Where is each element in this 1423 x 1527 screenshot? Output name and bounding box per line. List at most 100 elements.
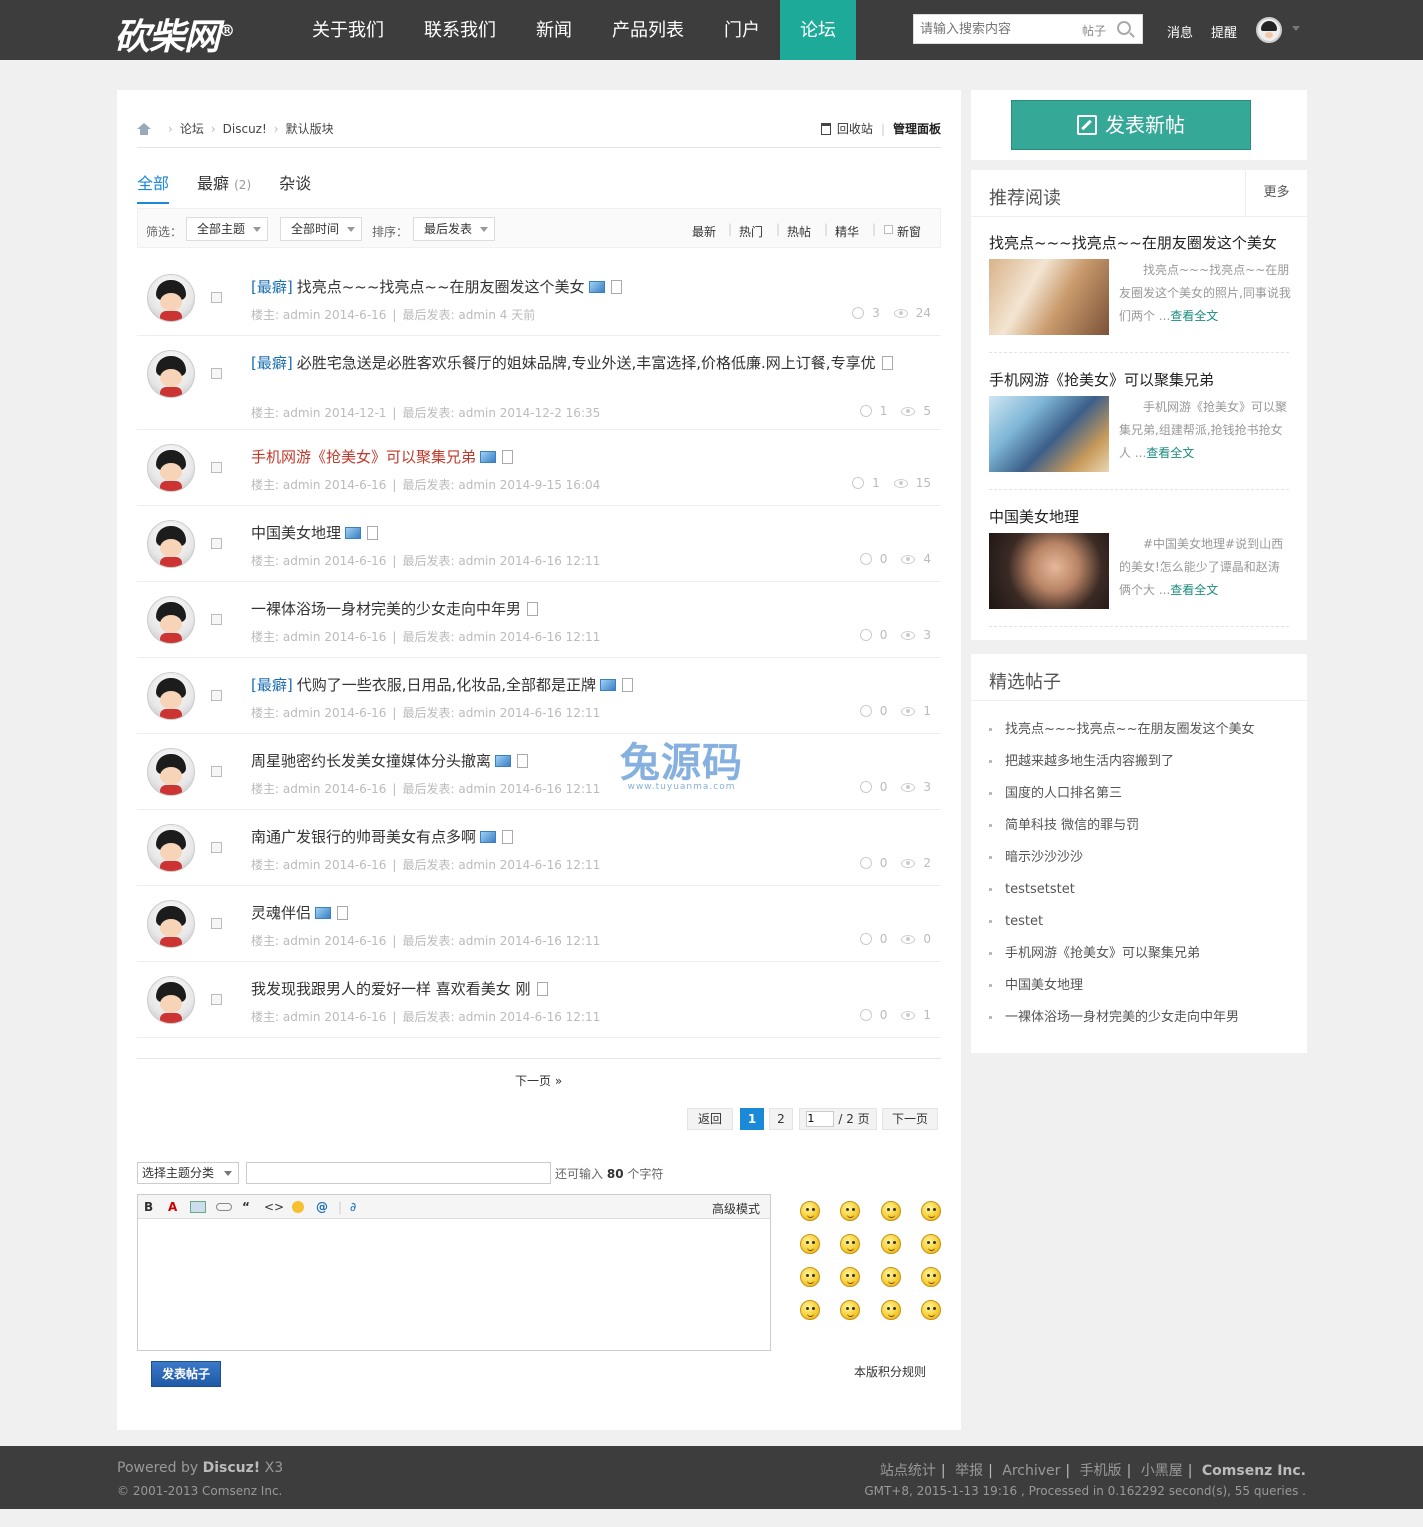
smiley-icon[interactable] bbox=[840, 1267, 860, 1287]
footer-link-report[interactable]: 举报 bbox=[955, 1463, 983, 1479]
pick-item[interactable]: testet bbox=[989, 912, 1254, 944]
thread-author[interactable]: admin bbox=[283, 630, 321, 644]
avatar[interactable] bbox=[147, 444, 195, 492]
thread-last-post[interactable]: admin 2014-6-16 12:11 bbox=[458, 858, 600, 872]
sort-digest[interactable]: 精华 bbox=[835, 223, 859, 240]
smiley-icon[interactable] bbox=[921, 1234, 941, 1254]
smiley-icon[interactable] bbox=[881, 1234, 901, 1254]
thread-last-post[interactable]: admin 2014-6-16 12:11 bbox=[458, 782, 600, 796]
pick-item[interactable]: 国度的人口排名第三 bbox=[989, 784, 1254, 816]
thread-checkbox[interactable] bbox=[211, 766, 222, 777]
nav-forum[interactable]: 论坛 bbox=[780, 0, 856, 60]
thread-checkbox[interactable] bbox=[211, 368, 222, 379]
thread-author[interactable]: admin bbox=[283, 934, 321, 948]
rec-item-title[interactable]: 中国美女地理 bbox=[989, 506, 1079, 527]
messages-link[interactable]: 消息 bbox=[1167, 22, 1193, 41]
smiley-icon[interactable] bbox=[800, 1300, 820, 1320]
thread-last-post[interactable]: admin 2014-6-16 12:11 bbox=[458, 554, 600, 568]
thread-last-post[interactable]: admin 2014-6-16 12:11 bbox=[458, 1010, 600, 1024]
thread-title[interactable]: 我发现我跟男人的爱好一样 喜欢看美女 刚 bbox=[251, 978, 911, 1000]
thread-row[interactable]: 我发现我跟男人的爱好一样 喜欢看美女 刚楼主: admin 2014-6-16 |… bbox=[137, 962, 941, 1038]
thread-title-text[interactable]: 我发现我跟男人的爱好一样 喜欢看美女 刚 bbox=[251, 980, 531, 998]
smiley-icon[interactable] bbox=[921, 1267, 941, 1287]
thread-author[interactable]: admin bbox=[283, 554, 321, 568]
thread-title[interactable]: [最癖] 代购了一些衣服,日用品,化妆品,全部都是正牌 bbox=[251, 674, 911, 696]
smiley-icon[interactable] bbox=[800, 1201, 820, 1221]
thread-title-text[interactable]: 手机网游《抢美女》可以聚集兄弟 bbox=[251, 448, 476, 466]
read-more-link[interactable]: 查看全文 bbox=[1170, 583, 1218, 597]
footer-link-blackroom[interactable]: 小黑屋 bbox=[1141, 1463, 1183, 1479]
quote-icon[interactable]: “ bbox=[242, 1200, 250, 1214]
footer-link-stats[interactable]: 站点统计 bbox=[880, 1463, 936, 1479]
thread-author[interactable]: admin bbox=[283, 1010, 321, 1024]
bold-icon[interactable]: B bbox=[144, 1200, 153, 1214]
thread-title[interactable]: 南通广发银行的帅哥美女有点多啊 bbox=[251, 826, 911, 848]
avatar[interactable] bbox=[147, 274, 195, 322]
thread-title[interactable]: 灵魂伴侣 bbox=[251, 902, 911, 924]
thread-row[interactable]: 中国美女地理 楼主: admin 2014-6-16 | 最后发表: admin 20… bbox=[137, 506, 941, 582]
nav-about[interactable]: 关于我们 bbox=[292, 0, 404, 60]
avatar[interactable] bbox=[147, 350, 195, 398]
pick-item[interactable]: 一裸体浴场一身材完美的少女走向中年男 bbox=[989, 1008, 1254, 1040]
thread-last-post[interactable]: admin 4 天前 bbox=[458, 308, 535, 322]
footer-link-mobile[interactable]: 手机版 bbox=[1080, 1463, 1122, 1479]
page-1[interactable]: 1 bbox=[740, 1108, 764, 1130]
rec-item-image[interactable] bbox=[989, 396, 1109, 472]
avatar[interactable] bbox=[147, 824, 195, 872]
filter-type-select[interactable]: 全部主题 bbox=[186, 217, 268, 241]
nav-portal[interactable]: 门户 bbox=[704, 0, 780, 60]
tab-chat[interactable]: 杂谈 bbox=[279, 170, 311, 204]
user-avatar[interactable] bbox=[1256, 17, 1282, 43]
smiley-icon[interactable] bbox=[881, 1300, 901, 1320]
thread-row[interactable]: [最癖] 代购了一些衣服,日用品,化妆品,全部都是正牌 楼主: admin 2014… bbox=[137, 658, 941, 734]
breadcrumb-discuz[interactable]: Discuz! bbox=[223, 122, 267, 136]
breadcrumb-board[interactable]: 默认版块 bbox=[286, 120, 334, 137]
thread-tag[interactable]: [最癖] bbox=[251, 354, 293, 372]
advanced-mode-link[interactable]: 高级模式 bbox=[712, 1200, 760, 1217]
pick-item[interactable]: 手机网游《抢美女》可以聚集兄弟 bbox=[989, 944, 1254, 976]
smiley-icon[interactable] bbox=[292, 1201, 304, 1213]
page-jump-input[interactable] bbox=[806, 1110, 835, 1127]
tab-all[interactable]: 全部 bbox=[137, 170, 170, 204]
thread-author[interactable]: admin bbox=[283, 308, 321, 322]
avatar[interactable] bbox=[147, 596, 195, 644]
thread-row[interactable]: 南通广发银行的帅哥美女有点多啊 楼主: admin 2014-6-16 | 最后发表:… bbox=[137, 810, 941, 886]
thread-title-text[interactable]: 找亮点~~~找亮点~~在朋友圈发这个美女 bbox=[297, 278, 585, 296]
thread-title-text[interactable]: 中国美女地理 bbox=[251, 524, 341, 542]
avatar[interactable] bbox=[147, 748, 195, 796]
reminders-link[interactable]: 提醒 bbox=[1211, 22, 1237, 41]
recycle-bin-link[interactable]: 回收站 bbox=[837, 120, 873, 137]
thread-checkbox[interactable] bbox=[211, 614, 222, 625]
link-icon[interactable] bbox=[216, 1203, 232, 1211]
new-post-button[interactable]: 发表新帖 bbox=[1011, 100, 1251, 150]
thread-title[interactable]: 一裸体浴场一身材完美的少女走向中年男 bbox=[251, 598, 911, 620]
thread-title[interactable]: 周星驰密约长发美女撞媒体分头撤离 bbox=[251, 750, 911, 772]
avatar[interactable] bbox=[147, 520, 195, 568]
image-icon[interactable] bbox=[190, 1201, 206, 1213]
thread-last-post[interactable]: admin 2014-6-16 12:11 bbox=[458, 706, 600, 720]
new-window-checkbox[interactable] bbox=[884, 225, 893, 234]
thread-author[interactable]: admin bbox=[283, 478, 321, 492]
thread-row[interactable]: 手机网游《抢美女》可以聚集兄弟 楼主: admin 2014-6-16 | 最后发表:… bbox=[137, 430, 941, 506]
site-logo[interactable]: 砍柴网® bbox=[114, 8, 235, 60]
thread-title-text[interactable]: 南通广发银行的帅哥美女有点多啊 bbox=[251, 828, 476, 846]
rec-item-image[interactable] bbox=[989, 259, 1109, 335]
pick-item[interactable]: 把越来越多地生活内容搬到了 bbox=[989, 752, 1254, 784]
next-page-link[interactable]: 下一页 » bbox=[515, 1072, 562, 1089]
sort-hot[interactable]: 热门 bbox=[739, 223, 763, 240]
thread-row[interactable]: [最癖] 必胜宅急送是必胜客欢乐餐厅的姐妹品牌,专业外送,丰富选择,价格低廉.网上… bbox=[137, 336, 941, 430]
tab-zuipi[interactable]: 最癖 (2) bbox=[197, 170, 251, 204]
page-2[interactable]: 2 bbox=[769, 1108, 793, 1130]
thread-checkbox[interactable] bbox=[211, 994, 222, 1005]
chevron-down-icon[interactable] bbox=[1292, 26, 1300, 31]
code-icon[interactable]: <> bbox=[264, 1200, 284, 1214]
thread-last-post[interactable]: admin 2014-9-15 16:04 bbox=[458, 478, 600, 492]
thread-last-post[interactable]: admin 2014-6-16 12:11 bbox=[458, 630, 600, 644]
read-more-link[interactable]: 查看全文 bbox=[1170, 309, 1218, 323]
pick-item[interactable]: 找亮点~~~找亮点~~在朋友圈发这个美女 bbox=[989, 720, 1254, 752]
thread-title-text[interactable]: 代购了一些衣服,日用品,化妆品,全部都是正牌 bbox=[297, 676, 596, 694]
sort-newest[interactable]: 最新 bbox=[692, 223, 716, 240]
smiley-icon[interactable] bbox=[921, 1201, 941, 1221]
credit-rules-link[interactable]: 本版积分规则 bbox=[854, 1363, 926, 1380]
recommended-more-link[interactable]: 更多 bbox=[1245, 170, 1307, 216]
